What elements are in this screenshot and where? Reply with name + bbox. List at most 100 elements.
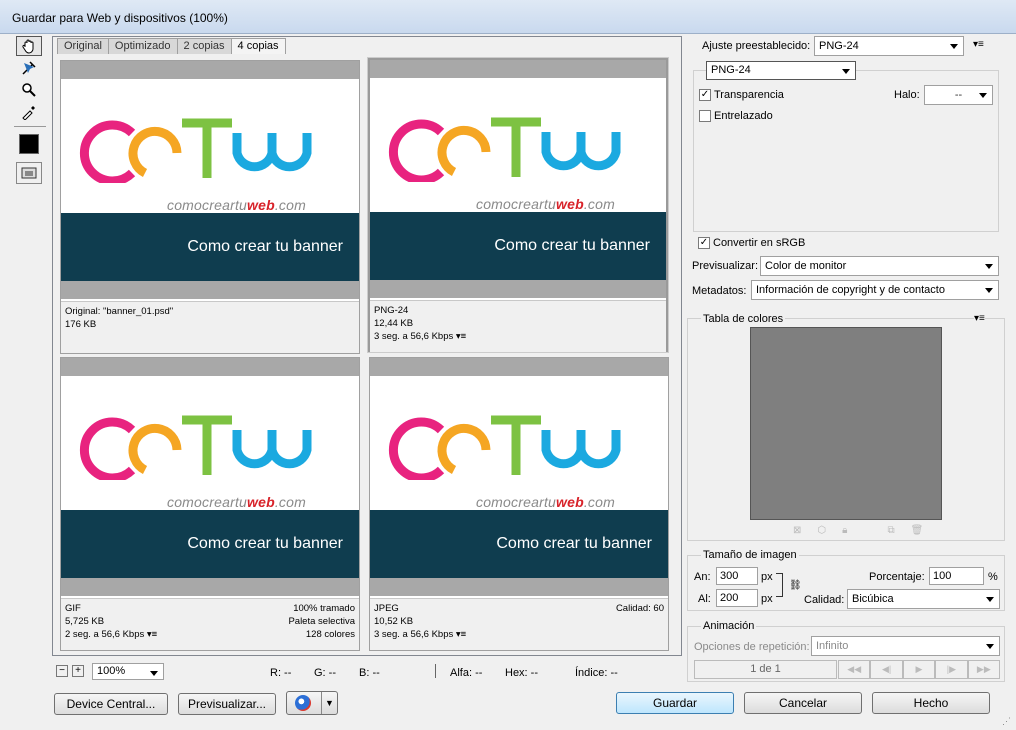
pane-bottom-strip (370, 280, 666, 298)
preview-pane-gif[interactable]: comocreartuweb.com Como crear tu banner … (60, 357, 360, 651)
browser-dropdown-icon[interactable]: ▼ (321, 692, 337, 714)
map-color-icon[interactable]: ⊠ (793, 525, 801, 536)
comocrear-logo (79, 118, 312, 183)
slice-select-tool-icon[interactable] (16, 58, 42, 78)
speed-menu-icon[interactable]: ▾≡ (456, 629, 466, 640)
tab-original[interactable]: Original (57, 38, 109, 54)
tab-optimized[interactable]: Optimizado (107, 38, 178, 54)
comocrear-logo (388, 117, 621, 182)
quality-select[interactable]: Bicúbica (847, 589, 1000, 609)
resize-grip-icon[interactable]: ⋰ (1002, 716, 1014, 728)
preview-button[interactable]: Previsualizar... (178, 693, 276, 715)
prev-frame-icon[interactable]: ◀| (870, 660, 903, 679)
save-button[interactable]: Guardar (616, 692, 734, 714)
play-icon[interactable]: ▶ (902, 660, 936, 679)
preview-pane-original[interactable]: comocreartuweb.com Como crear tu banner … (60, 60, 360, 354)
delete-color-icon[interactable]: 🗑︎ (911, 525, 924, 536)
preview-pane-png24[interactable]: comocreartuweb.com Como crear tu banner … (368, 58, 668, 352)
preset-label: Ajuste preestablecido: (702, 40, 811, 52)
pane-bottom-strip (61, 578, 359, 596)
pane-top-strip (61, 61, 359, 79)
first-frame-icon[interactable]: ◀◀ (838, 660, 871, 679)
done-button[interactable]: Hecho (872, 692, 990, 714)
pane-info-row1: JPEG Calidad: 60 (374, 603, 664, 614)
lock-color-icon[interactable]: 🔒︎ (842, 525, 847, 536)
metadata-label: Metadatos: (692, 285, 747, 297)
title-bar: Guardar para Web y dispositivos (100%) (0, 0, 1016, 34)
convert-srgb-checkbox[interactable]: ✓ (698, 237, 710, 249)
percent-unit: % (988, 571, 998, 583)
preview-area: Original Optimizado 2 copias 4 copias co… (52, 36, 682, 656)
pane-info-line3: 3 seg. a 56,6 Kbps ▾≡ (374, 331, 467, 342)
animation-title: Animación (701, 620, 757, 632)
pane-top-strip (61, 358, 359, 376)
color-table-menu-icon[interactable]: ▾≡ (974, 313, 985, 324)
halo-label: Halo: (894, 89, 920, 101)
pane-info-line2: 10,52 KB (374, 616, 414, 627)
web-shift-icon[interactable]: ⬡ (817, 525, 826, 536)
readout-g: G: -- (314, 667, 336, 679)
loop-select[interactable]: Infinito (811, 636, 1000, 656)
interlaced-label: Entrelazado (714, 110, 773, 122)
color-table-panel: Tabla de colores ▾≡ ⊠ ⬡ 🔒︎ ⧉ 🗑︎ (687, 313, 1005, 541)
pane-info-line2: 176 KB (65, 319, 97, 330)
zoom-select[interactable]: 100% (92, 663, 164, 680)
next-frame-icon[interactable]: |▶ (935, 660, 968, 679)
metadata-select[interactable]: Información de copyright y de contacto (751, 280, 999, 300)
speed-menu-icon[interactable]: ▾≡ (456, 331, 466, 342)
toggle-slices-icon[interactable] (16, 162, 42, 184)
new-color-icon[interactable]: ⧉ (887, 525, 894, 536)
window-title: Guardar para Web y dispositivos (100%) (12, 11, 228, 25)
tool-palette (0, 34, 50, 654)
last-frame-icon[interactable]: ▶▶ (967, 660, 1001, 679)
zoom-tool-icon[interactable] (16, 80, 42, 100)
browser-icon (295, 695, 311, 711)
preset-select[interactable]: PNG-24 (814, 36, 964, 56)
logo-area: comocreartuweb.com (370, 78, 666, 212)
tab-4-up[interactable]: 4 copias (230, 38, 286, 54)
width-unit: px (761, 571, 773, 583)
pane-top-strip (370, 60, 666, 78)
quality-label: Calidad: (804, 594, 845, 606)
frame-counter: 1 de 1 (694, 660, 837, 679)
comocrear-logo (388, 415, 621, 480)
height-input[interactable]: 200 (716, 589, 758, 607)
pane-info-line3: 3 seg. a 56,6 Kbps ▾≡ (374, 629, 467, 640)
eyedropper-tool-icon[interactable] (16, 102, 42, 122)
pane-info: JPEG Calidad: 60 10,52 KB 3 seg. a 56,6 K… (370, 598, 668, 650)
format-select[interactable]: PNG-24 (706, 61, 856, 80)
pane-bottom-strip (61, 281, 359, 299)
status-divider (435, 664, 436, 678)
view-tabs: Original Optimizado 2 copias 4 copias (57, 38, 286, 54)
optimize-settings: Ajuste preestablecido: PNG-24 ▾≡ PNG-24 … (687, 34, 1005, 302)
eyedropper-color-swatch[interactable] (16, 132, 42, 156)
animation-panel: Animación Opciones de repetición: Infini… (687, 620, 1005, 682)
optimize-menu-icon[interactable]: ▾≡ (973, 39, 984, 50)
browser-select-button[interactable]: ▼ (286, 691, 338, 715)
percent-input[interactable]: 100 (929, 567, 984, 585)
preview-label: Previsualizar: (692, 260, 759, 272)
halo-select[interactable]: -- (924, 85, 993, 105)
device-central-button[interactable]: Device Central... (54, 693, 168, 715)
zoom-in-button[interactable]: + (72, 665, 84, 677)
tab-2-up[interactable]: 2 copias (176, 38, 232, 54)
pane-info-line2: 12,44 KB (374, 318, 414, 329)
preview-select[interactable]: Color de monitor (760, 256, 999, 276)
interlaced-checkbox[interactable] (699, 110, 711, 122)
speed-menu-icon[interactable]: ▾≡ (147, 629, 157, 640)
readout-r: R: -- (270, 667, 292, 679)
readout-hex: Hex: -- (505, 667, 538, 679)
color-table-title: Tabla de colores (701, 313, 786, 325)
preview-pane-jpeg[interactable]: comocreartuweb.com Como crear tu banner … (369, 357, 669, 651)
tool-divider (14, 126, 46, 127)
link-icon[interactable]: ⛓︎ (789, 580, 802, 591)
convert-srgb-label: Convertir en sRGB (713, 237, 806, 249)
status-bar: − + 100% R: -- G: -- B: -- Alfa: -- Hex:… (52, 662, 682, 682)
width-input[interactable]: 300 (716, 567, 758, 585)
site-url: comocreartuweb.com (167, 197, 306, 213)
hand-tool-icon[interactable] (16, 36, 42, 56)
color-table-swatches[interactable] (750, 327, 942, 520)
transparency-checkbox[interactable]: ✓ (699, 89, 711, 101)
zoom-out-button[interactable]: − (56, 665, 68, 677)
cancel-button[interactable]: Cancelar (744, 692, 862, 714)
